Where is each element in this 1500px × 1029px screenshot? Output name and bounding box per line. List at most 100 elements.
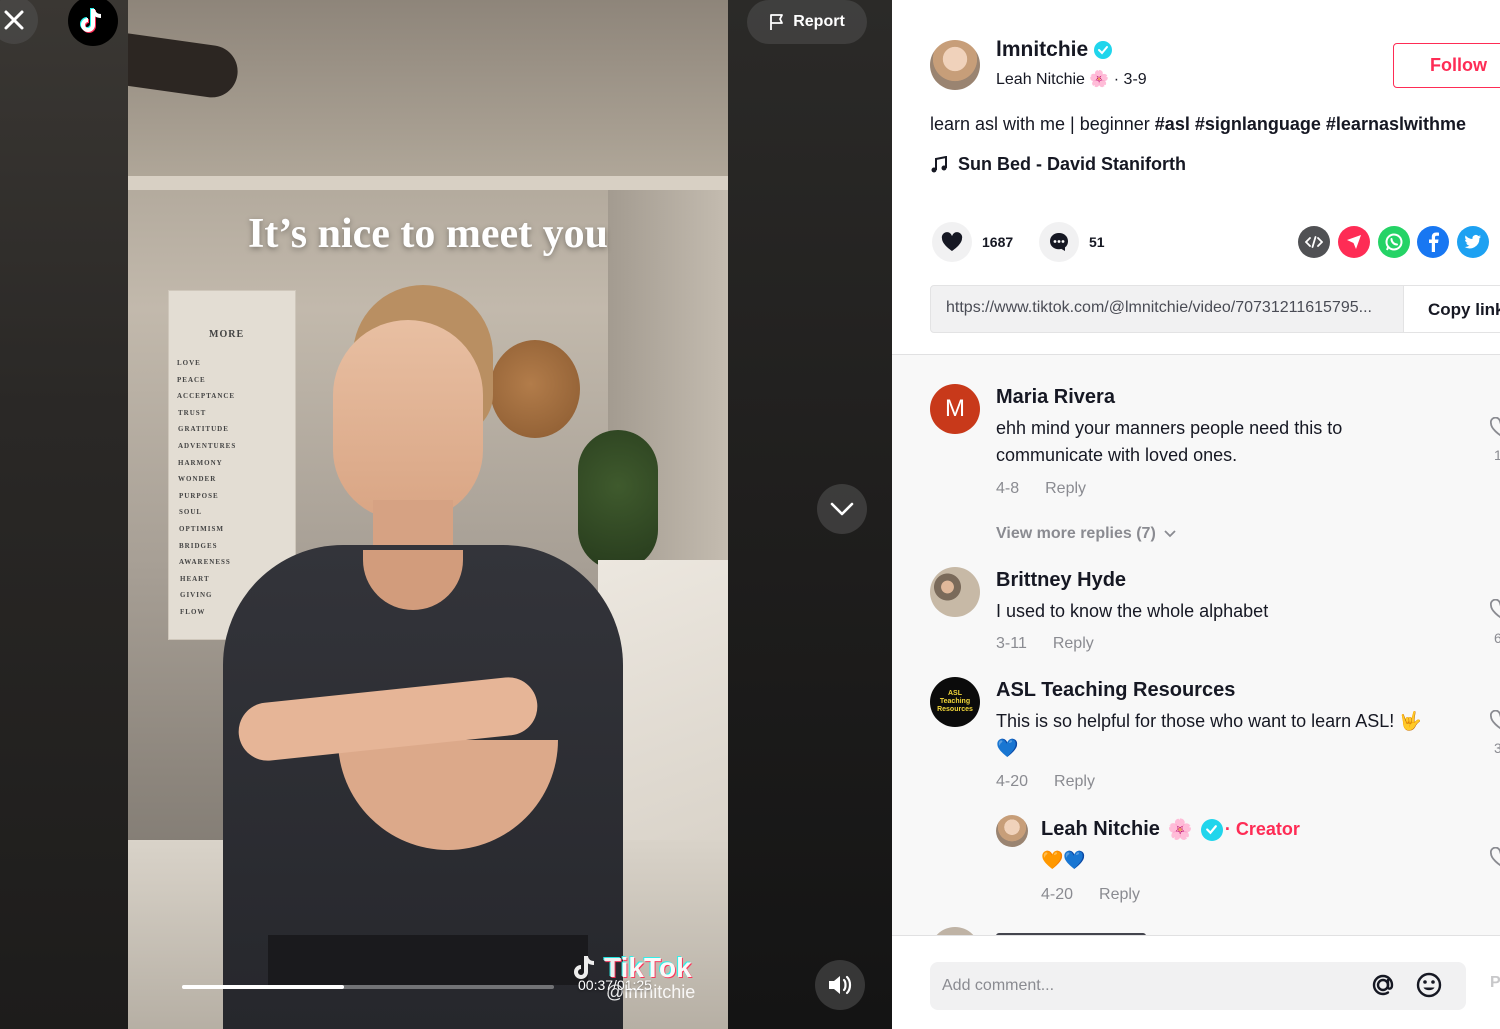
reply-button[interactable]: Reply xyxy=(1099,886,1140,904)
heart-icon xyxy=(932,222,972,262)
reply-author-name: Leah Nitchie xyxy=(1041,818,1160,840)
poster-word: HARMONY xyxy=(178,458,223,467)
comment-like-count: 6 xyxy=(1494,630,1500,646)
facebook-button[interactable] xyxy=(1417,226,1449,258)
comment-author[interactable]: Maria Rivera xyxy=(996,386,1115,409)
mention-icon[interactable] xyxy=(1368,970,1398,1000)
comment-author[interactable]: ASL Teaching Resources xyxy=(996,679,1235,702)
tiktok-video-page: MORE LOVE PEACE ACCEPTANCE TRUST GRATITUDE AD… xyxy=(0,0,1500,1029)
author-username[interactable]: lmnitchie xyxy=(996,38,1113,62)
video-caption: learn asl with me | beginner #asl #signl… xyxy=(930,114,1466,135)
reply-button[interactable]: Reply xyxy=(1054,773,1095,791)
video-player[interactable]: MORE LOVE PEACE ACCEPTANCE TRUST GRATITUDE AD… xyxy=(0,0,892,1029)
comment-icon xyxy=(1039,222,1079,262)
person-waistband xyxy=(268,935,588,985)
poster-word: GIVING xyxy=(180,591,213,600)
copy-link-button[interactable]: Copy link xyxy=(1403,286,1500,332)
reply-author-emoji: 🌸 xyxy=(1167,819,1193,841)
author-username-text: lmnitchie xyxy=(996,38,1089,61)
tiktok-logo-icon xyxy=(80,8,102,33)
embed-icon xyxy=(1305,236,1323,248)
details-panel: lmnitchie Leah Nitchie 🌸 · 3-9 Follow le… xyxy=(892,0,1500,1029)
video-blur-left xyxy=(0,0,128,1029)
comment-avatar[interactable] xyxy=(930,927,980,935)
creator-badge: · Creator xyxy=(1224,819,1300,839)
twitter-icon xyxy=(1464,234,1481,249)
music-link[interactable]: Sun Bed - David Staniforth xyxy=(930,154,1186,175)
view-more-replies-button[interactable]: View more replies (7) xyxy=(996,525,1176,543)
next-video-button[interactable] xyxy=(817,484,867,534)
comment-like-count: 3 xyxy=(1494,740,1500,756)
post-button[interactable]: P xyxy=(1490,974,1500,992)
poster-word: ADVENTURES xyxy=(178,442,237,450)
poster-word: GRATITUDE xyxy=(178,425,229,434)
video-info: lmnitchie Leah Nitchie 🌸 · 3-9 Follow le… xyxy=(892,0,1500,354)
reply-button[interactable]: Reply xyxy=(1053,635,1094,653)
comment-avatar[interactable] xyxy=(930,567,980,617)
facebook-icon xyxy=(1429,232,1439,252)
poster-word: HEART xyxy=(180,574,210,583)
poster-word: FLOW xyxy=(180,608,206,616)
comment-list[interactable]: M Maria Rivera ehh mind your manners peo… xyxy=(892,355,1500,935)
comment-like-heart-icon[interactable] xyxy=(1490,599,1500,619)
music-note-icon xyxy=(931,155,947,172)
video-progress-bar[interactable] xyxy=(182,985,554,989)
video-overlay-caption: It’s nice to meet you xyxy=(247,211,608,257)
reply-like-heart-icon[interactable] xyxy=(1490,847,1500,867)
comment-input[interactable] xyxy=(942,977,1342,995)
music-title: Sun Bed - David Staniforth xyxy=(958,154,1187,174)
poster-title: MORE xyxy=(209,329,245,340)
like-button[interactable]: 1687 xyxy=(932,222,1013,262)
poster-word: OPTIMISM xyxy=(179,525,224,533)
emoji-icon[interactable] xyxy=(1414,970,1444,1000)
hashtag-link[interactable]: #asl xyxy=(1155,114,1190,134)
comment-like-heart-icon[interactable] xyxy=(1490,710,1500,730)
hashtag-link[interactable]: #signlanguage xyxy=(1195,114,1321,134)
video-frame[interactable]: MORE LOVE PEACE ACCEPTANCE TRUST GRATITUDE AD… xyxy=(128,0,728,1029)
reply-author[interactable]: Leah Nitchie 🌸 · Creator xyxy=(1041,817,1300,842)
follow-button[interactable]: Follow xyxy=(1393,43,1500,88)
caption-text: learn asl with me | beginner xyxy=(930,114,1155,134)
volume-button[interactable] xyxy=(815,960,865,1010)
comment-button[interactable]: 51 xyxy=(1039,222,1105,262)
scene-plant xyxy=(578,430,658,570)
author-subline: Leah Nitchie 🌸 · 3-9 xyxy=(996,69,1147,89)
poster-word: PEACE xyxy=(177,375,206,384)
comment-like-heart-icon[interactable] xyxy=(1490,417,1500,437)
reply-text: 🧡💙 xyxy=(1041,850,1086,870)
poster-word: AWARENESS xyxy=(179,558,231,567)
poster-word: ACCEPTANCE xyxy=(177,392,236,401)
flag-icon xyxy=(770,14,784,30)
scene-crown-molding xyxy=(128,176,728,190)
comment-avatar[interactable]: M xyxy=(930,384,980,434)
comment-text: I used to know the whole alphabet xyxy=(996,601,1269,621)
hashtag-link[interactable]: #learnaslwithme xyxy=(1326,114,1466,134)
reply-avatar[interactable] xyxy=(996,815,1028,847)
whatsapp-button[interactable] xyxy=(1378,226,1410,258)
close-icon xyxy=(4,10,24,30)
video-progress-fill xyxy=(182,985,344,989)
post-date: · 3-9 xyxy=(1113,71,1147,88)
poster-word: PURPOSE xyxy=(179,491,219,500)
comment-author[interactable]: Brittney Hyde xyxy=(996,569,1126,592)
comment-text: This is so helpful for those who want to… xyxy=(996,711,1422,731)
comment-text: ehh mind your manners people need this t… xyxy=(996,418,1343,465)
comment-like-count: 1 xyxy=(1494,447,1500,463)
verified-badge-icon xyxy=(1200,818,1223,841)
share-link-url[interactable]: https://www.tiktok.com/@lmnitchie/video/… xyxy=(946,299,1372,317)
embed-button[interactable] xyxy=(1298,226,1330,258)
reply-date: 4-20 xyxy=(1041,886,1074,903)
scene-wall-hat xyxy=(490,340,580,438)
comment-count: 51 xyxy=(1089,234,1105,250)
send-to-friends-button[interactable] xyxy=(1338,226,1370,258)
twitter-button[interactable] xyxy=(1457,226,1489,258)
chevron-down-icon xyxy=(1164,530,1176,538)
comment-meta: 4-20 Reply xyxy=(996,773,1095,791)
author-avatar[interactable] xyxy=(930,40,980,90)
reply-button[interactable]: Reply xyxy=(1045,480,1086,498)
report-button[interactable]: Report xyxy=(747,0,867,44)
share-link-box: https://www.tiktok.com/@lmnitchie/video/… xyxy=(930,285,1500,333)
comment-avatar[interactable]: ASL Teaching Resources xyxy=(930,677,980,727)
send-to-friends-icon xyxy=(1347,235,1361,249)
poster-word: LOVE xyxy=(177,359,201,367)
